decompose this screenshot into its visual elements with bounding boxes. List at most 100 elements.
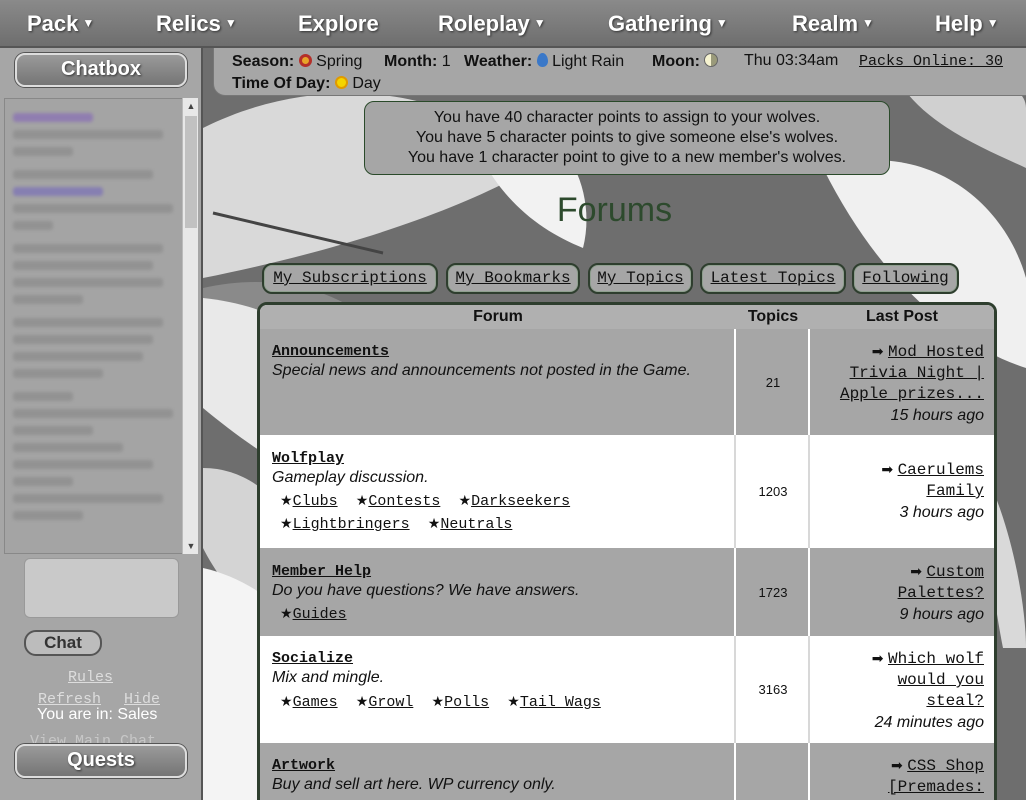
- tod-value: Day: [352, 75, 381, 92]
- nav-gathering[interactable]: Gathering ▼: [608, 8, 728, 40]
- datetime: Thu 03:34am: [744, 52, 839, 69]
- last-post-time: 24 minutes ago: [874, 714, 984, 731]
- forum-description: Buy and sell art here. WP currency only.: [272, 776, 556, 793]
- nav-explore-label: Explore: [298, 11, 379, 36]
- chat-input[interactable]: [24, 558, 179, 618]
- last-post-link[interactable]: would you: [814, 670, 984, 691]
- last-post-time: 9 hours ago: [899, 606, 984, 623]
- last-post-link[interactable]: Mod Hosted: [888, 343, 984, 361]
- forum-link-member-help[interactable]: Member Help: [272, 563, 371, 580]
- last-post-link[interactable]: CSS Shop: [907, 757, 984, 775]
- topics-count: 3163: [758, 682, 788, 697]
- season-label: Season:: [232, 53, 295, 70]
- table-row: Wolfplay Gameplay discussion. ★Clubs ★Co…: [260, 435, 994, 548]
- star-icon: ★: [280, 516, 293, 532]
- forum-link-announcements[interactable]: Announcements: [272, 343, 389, 360]
- forum-link-socialize[interactable]: Socialize: [272, 650, 353, 667]
- nav-explore[interactable]: Explore: [298, 8, 379, 40]
- nav-realm[interactable]: Realm ▼: [792, 8, 874, 40]
- forum-table: Forum Topics Last Post Announcements Spe…: [257, 302, 997, 800]
- nav-relics[interactable]: Relics ▼: [156, 8, 237, 40]
- subforum-list: ★Clubs ★Contests ★Darkseekers: [280, 492, 584, 510]
- forum-link-artwork[interactable]: Artwork: [272, 757, 335, 774]
- arrow-right-icon: ➡: [871, 344, 884, 360]
- chat-messages: [5, 99, 183, 520]
- season-value: Spring: [316, 53, 363, 70]
- chat-send-button[interactable]: Chat: [24, 630, 102, 656]
- nav-roleplay-label: Roleplay: [438, 11, 530, 36]
- subforum-link[interactable]: Lightbringers: [293, 516, 410, 533]
- star-icon: ★: [355, 493, 369, 509]
- subforum-link[interactable]: Neutrals: [440, 516, 512, 533]
- chat-scrollbar[interactable]: ▲ ▼: [182, 98, 198, 554]
- main-content: Season: Spring Month: 1 Weather: Light R…: [203, 48, 1026, 800]
- last-post-link[interactable]: Custom: [926, 563, 984, 581]
- star-icon: ★: [507, 694, 520, 710]
- star-icon: ★: [431, 694, 445, 710]
- scroll-up-icon[interactable]: ▲: [183, 98, 199, 114]
- subforum-link[interactable]: Guides: [293, 606, 347, 623]
- chevron-down-icon: ▼: [715, 16, 728, 31]
- chevron-down-icon: ▼: [224, 16, 237, 31]
- chatbox-button[interactable]: Chatbox: [15, 53, 187, 87]
- tab-latest-topics[interactable]: Latest Topics: [700, 263, 846, 294]
- subforum-link[interactable]: Growl: [368, 694, 413, 711]
- moon-info: Moon:: [652, 53, 719, 71]
- weather-info: Weather: Light Rain: [464, 53, 624, 71]
- arrow-right-icon: ➡: [881, 462, 894, 478]
- nav-help[interactable]: Help ▼: [935, 8, 999, 40]
- subforum-list: ★Lightbringers ★Neutrals: [280, 515, 526, 533]
- forum-link-wolfplay[interactable]: Wolfplay: [272, 450, 344, 467]
- chat-compose: Chat Rules Refresh Hide You are in: Sale…: [4, 554, 198, 750]
- tod-label: Time Of Day:: [232, 75, 331, 92]
- chevron-down-icon: ▼: [82, 16, 95, 31]
- raindrop-icon: [536, 53, 548, 67]
- subforum-link[interactable]: Tail Wags: [520, 694, 601, 711]
- table-row: Announcements Special news and announcem…: [260, 329, 994, 435]
- last-post-link[interactable]: Which wolf: [888, 650, 984, 668]
- points-line-3: You have 1 character point to give to a …: [407, 149, 847, 166]
- last-post: ➡ CSS Shop [Premades:: [814, 755, 984, 798]
- last-post-link[interactable]: [Premades:: [814, 777, 984, 798]
- forum-description: Special news and announcements not poste…: [272, 362, 691, 379]
- last-post-link[interactable]: Caerulems: [898, 461, 984, 479]
- forum-description: Mix and mingle.: [272, 669, 385, 686]
- forum-description: Do you have questions? We have answers.: [272, 582, 580, 599]
- nav-relics-label: Relics: [156, 11, 221, 36]
- scroll-down-icon[interactable]: ▼: [183, 538, 199, 554]
- subforum-link[interactable]: Contests: [368, 493, 440, 510]
- star-icon: ★: [355, 694, 369, 710]
- packs-online-link[interactable]: Packs Online: 30: [859, 53, 1003, 70]
- month-value: 1: [441, 53, 451, 70]
- weather-value: Light Rain: [552, 53, 625, 70]
- last-post: ➡ Caerulems Family 3 hours ago: [814, 459, 984, 523]
- subforum-link[interactable]: Polls: [444, 694, 489, 711]
- tab-following[interactable]: Following: [852, 263, 959, 294]
- subforum-link[interactable]: Games: [293, 694, 338, 711]
- season-info: Season: Spring: [232, 53, 362, 71]
- last-post: ➡ Custom Palettes? 9 hours ago: [814, 561, 984, 625]
- nav-pack[interactable]: Pack ▼: [27, 8, 94, 40]
- scrollbar-thumb[interactable]: [185, 116, 197, 228]
- chevron-down-icon: ▼: [533, 16, 546, 31]
- subforum-link[interactable]: Darkseekers: [471, 493, 570, 510]
- tab-my-bookmarks[interactable]: My Bookmarks: [446, 263, 580, 294]
- points-line-2: You have 5 character points to give some…: [415, 129, 839, 146]
- last-post-link[interactable]: Trivia Night |: [814, 363, 984, 384]
- last-post-link[interactable]: steal?: [814, 691, 984, 712]
- moon-label: Moon:: [652, 53, 700, 70]
- nav-roleplay[interactable]: Roleplay ▼: [438, 8, 546, 40]
- subforum-list: ★Guides: [280, 605, 361, 623]
- last-post: ➡ Which wolf would you steal? 24 minutes…: [814, 648, 984, 733]
- top-nav: Pack ▼ Relics ▼ Explore Roleplay ▼ Gatherin…: [0, 0, 1026, 48]
- last-post-link[interactable]: Apple prizes...: [814, 384, 984, 405]
- tab-my-topics[interactable]: My Topics: [588, 263, 693, 294]
- subforum-link[interactable]: Clubs: [293, 493, 338, 510]
- last-post: ➡ Mod Hosted Trivia Night | Apple prizes…: [814, 341, 984, 426]
- last-post-link[interactable]: Palettes?: [814, 583, 984, 604]
- quests-button[interactable]: Quests: [15, 744, 187, 778]
- rules-link[interactable]: Rules: [68, 669, 113, 686]
- tab-my-subscriptions[interactable]: My Subscriptions: [262, 263, 438, 294]
- last-post-link[interactable]: Family: [814, 481, 984, 502]
- nav-gathering-label: Gathering: [608, 11, 712, 36]
